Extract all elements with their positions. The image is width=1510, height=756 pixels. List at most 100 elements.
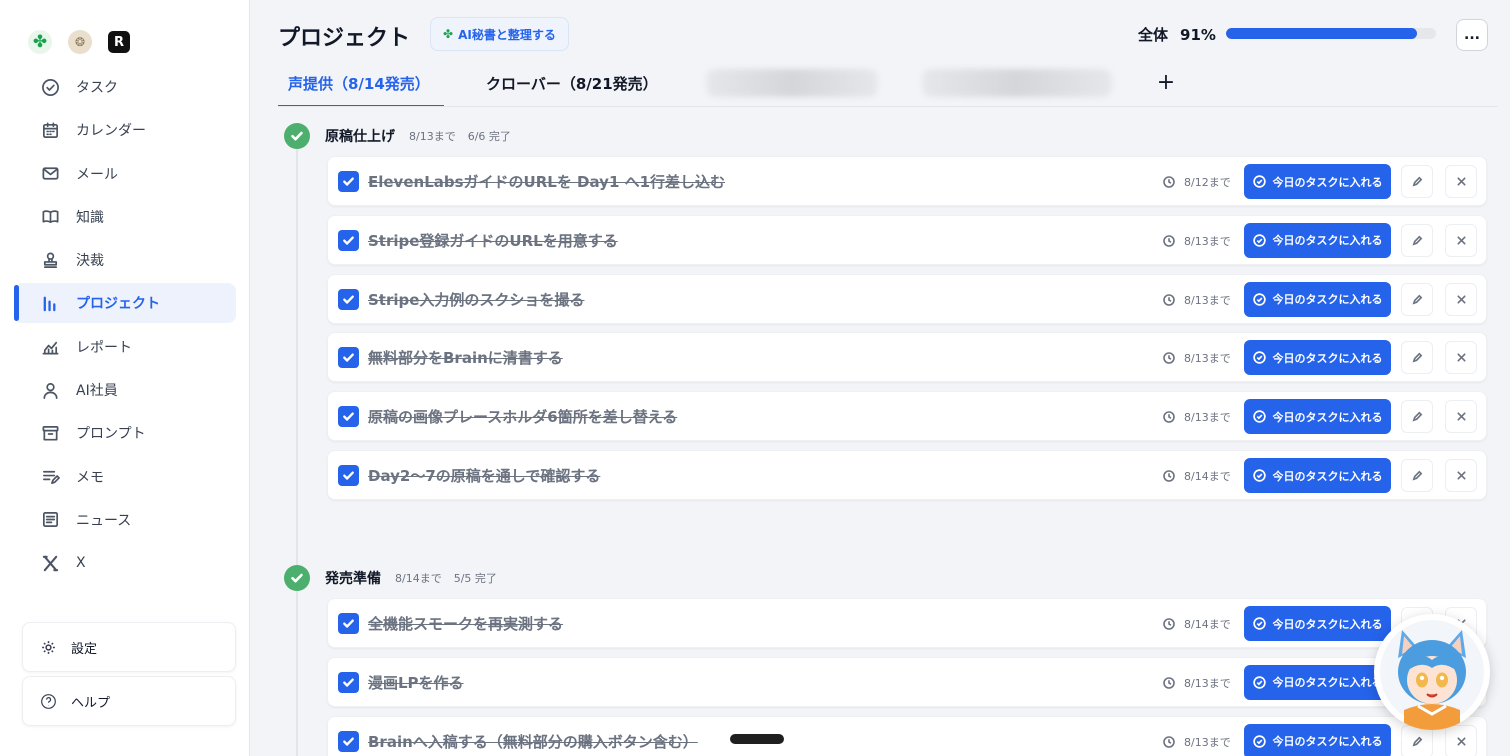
tab-project-blurred-1[interactable] (706, 69, 878, 97)
delete-task-button[interactable] (1445, 724, 1477, 756)
add-to-today-button[interactable]: 今日のタスクに入れる (1244, 723, 1391, 756)
section-header: 原稿仕上げ 8/13まで 6/6 完了 (284, 123, 523, 149)
mascot-illustration (1380, 620, 1484, 730)
tab-project-blurred-2[interactable] (922, 69, 1112, 97)
close-icon (1456, 411, 1467, 422)
task-checkbox[interactable] (338, 613, 359, 634)
ai-organize-button[interactable]: ✤ AI秘書と整理する (430, 17, 569, 51)
delete-task-button[interactable] (1445, 223, 1477, 257)
task-row[interactable]: Stripe入力例のスクショを撮る 8/13まで 今日のタスクに入れる (327, 273, 1487, 324)
add-to-today-button[interactable]: 今日のタスクに入れる (1244, 458, 1391, 493)
tab-project-clover[interactable]: クローバー（8/21発売） (486, 60, 658, 106)
task-title: Day2〜7の原稿を通しで確認する (368, 467, 601, 485)
clock-icon (1163, 234, 1184, 247)
clock-icon (1163, 676, 1184, 689)
delete-task-button[interactable] (1445, 341, 1477, 375)
add-to-today-label: 今日のタスクに入れる (1272, 617, 1383, 631)
task-checkbox[interactable] (338, 288, 359, 310)
check-circle-icon (1252, 469, 1273, 482)
check-circle-icon (1252, 175, 1273, 188)
edit-task-button[interactable] (1401, 165, 1433, 198)
task-title: ElevenLabsガイドのURLを Day1 へ1行差し込む (368, 173, 726, 191)
bar-chart-icon (40, 293, 60, 313)
help-button[interactable]: ヘルプ (22, 676, 236, 726)
task-checkbox[interactable] (338, 229, 359, 251)
delete-task-button[interactable] (1445, 459, 1477, 492)
edit-task-button[interactable] (1401, 223, 1433, 257)
task-checkbox[interactable] (338, 171, 359, 192)
task-due: 8/13まで (1163, 233, 1231, 249)
add-to-today-button[interactable]: 今日のタスクに入れる (1244, 399, 1391, 435)
add-tab-button[interactable]: + (1152, 68, 1180, 96)
task-row[interactable]: 漫画LPを作る 8/13まで 今日のタスクに入れる (327, 656, 1487, 707)
sidebar-item-x[interactable]: X (14, 543, 236, 583)
tab-project-voice[interactable]: 声提供（8/14発売） (278, 60, 444, 107)
task-row[interactable]: Brainへ入稿する（無料部分の購入ボタン含む） 8/13まで 今日のタスクに入れる (327, 715, 1487, 756)
tab-label: 声提供（8/14発売） (288, 74, 430, 93)
sidebar-item-prompts[interactable]: プロンプト (14, 413, 236, 453)
add-to-today-button[interactable]: 今日のタスクに入れる (1244, 664, 1391, 700)
section-progress: 6/6 完了 (467, 130, 511, 143)
sidebar-item-label: カレンダー (76, 123, 146, 140)
delete-task-button[interactable] (1445, 282, 1477, 316)
edit-task-button[interactable] (1401, 341, 1433, 375)
task-row[interactable]: ElevenLabsガイドのURLを Day1 へ1行差し込む 8/12まで 今日の… (327, 156, 1487, 206)
overall-progress-label: 全体 91% (1138, 24, 1216, 45)
task-checkbox[interactable] (338, 671, 359, 693)
sidebar-item-approval[interactable]: 決裁 (14, 240, 236, 280)
tab-label: クローバー（8/21発売） (486, 74, 658, 93)
mail-icon (40, 164, 60, 184)
add-to-today-label: 今日のタスクに入れる (1272, 735, 1383, 749)
task-row[interactable]: Stripe登録ガイドのURLを用意する 8/13まで 今日のタスクに入れる (327, 214, 1487, 265)
sidebar-item-knowledge[interactable]: 知識 (14, 197, 236, 237)
add-to-today-button[interactable]: 今日のタスクに入れる (1244, 606, 1391, 641)
sidebar-item-ai-staff[interactable]: AI社員 (14, 370, 236, 410)
more-options-label: ... (1464, 27, 1480, 43)
edit-task-button[interactable] (1401, 282, 1433, 316)
task-checkbox[interactable] (338, 406, 359, 428)
sidebar-item-calendar[interactable]: カレンダー (14, 110, 236, 150)
add-to-today-button[interactable]: 今日のタスクに入れる (1244, 281, 1391, 317)
task-due: 8/14まで (1163, 468, 1231, 484)
assistant-avatar[interactable] (1374, 614, 1490, 730)
overall-label: 全体 (1138, 26, 1169, 44)
edit-task-button[interactable] (1401, 459, 1433, 492)
sidebar-item-memo[interactable]: メモ (14, 457, 236, 497)
sidebar-item-mail[interactable]: メール (14, 154, 236, 194)
r-logo[interactable]: R (108, 31, 130, 53)
settings-label: 設定 (71, 641, 98, 657)
sidebar-item-tasks[interactable]: タスク (14, 67, 236, 107)
add-to-today-label: 今日のタスクに入れる (1272, 410, 1383, 424)
pencil-icon (1412, 352, 1423, 363)
more-options-button[interactable]: ... (1456, 19, 1488, 51)
task-row[interactable]: Day2〜7の原稿を通しで確認する 8/14まで 今日のタスクに入れる (327, 450, 1487, 500)
clock-icon (1163, 735, 1184, 748)
add-to-today-button[interactable]: 今日のタスクに入れる (1244, 222, 1391, 258)
task-row[interactable]: 無料部分をBrainに清書する 8/13まで 今日のタスクに入れる (327, 332, 1487, 383)
add-to-today-label: 今日のタスクに入れる (1272, 351, 1383, 365)
task-checkbox[interactable] (338, 730, 359, 752)
clover-logo-icon[interactable]: ✤ (28, 30, 52, 54)
delete-task-button[interactable] (1445, 400, 1477, 434)
task-checkbox[interactable] (338, 465, 359, 486)
check-circle-icon (1252, 734, 1273, 748)
user-icon (40, 380, 60, 400)
stamp-icon (40, 250, 60, 270)
task-checkbox[interactable] (338, 347, 359, 369)
sidebar-item-projects[interactable]: プロジェクト (14, 283, 236, 324)
delete-task-button[interactable] (1445, 165, 1477, 198)
edit-task-button[interactable] (1401, 400, 1433, 434)
close-icon (1456, 176, 1467, 187)
add-to-today-button[interactable]: 今日のタスクに入れる (1244, 340, 1391, 376)
add-to-today-label: 今日のタスクに入れる (1272, 293, 1383, 307)
check-circle-icon (1252, 234, 1273, 247)
sidebar-item-news[interactable]: ニュース (14, 500, 236, 540)
sidebar-item-reports[interactable]: レポート (14, 327, 236, 367)
check-circle-icon (1252, 292, 1273, 306)
add-to-today-button[interactable]: 今日のタスクに入れる (1244, 164, 1391, 199)
check-circle-icon (1252, 351, 1273, 365)
task-row[interactable]: 全機能スモークを再実測する 8/14まで 今日のタスクに入れる (327, 598, 1487, 648)
task-row[interactable]: 原稿の画像プレースホルダ6箇所を差し替える 8/13まで 今日のタスクに入れる (327, 391, 1487, 442)
badge-logo-icon[interactable]: ❂ (68, 30, 92, 54)
settings-button[interactable]: 設定 (22, 622, 236, 672)
